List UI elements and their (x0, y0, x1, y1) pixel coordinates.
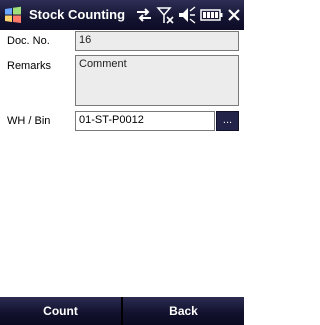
app-title: Stock Counting (29, 7, 126, 22)
battery-icon[interactable] (200, 5, 224, 25)
connectivity-icon[interactable] (134, 5, 154, 25)
signal-off-icon[interactable] (155, 5, 175, 25)
close-icon[interactable] (224, 5, 244, 25)
browse-button[interactable]: ... (216, 111, 239, 131)
doc-no-label: Doc. No. (7, 35, 50, 47)
count-softkey[interactable]: Count (0, 297, 121, 325)
menu-bar: Count Back (0, 297, 244, 325)
windows-flag-icon[interactable] (3, 5, 23, 25)
wh-bin-label: WH / Bin (7, 115, 51, 127)
back-softkey[interactable]: Back (123, 297, 244, 325)
doc-no-field: 16 (75, 31, 239, 51)
speaker-muted-icon[interactable] (177, 5, 197, 25)
wh-bin-input[interactable]: 01-ST-P0012 (75, 111, 215, 131)
remarks-label: Remarks (7, 60, 52, 72)
remarks-field[interactable]: Comment (75, 55, 239, 106)
title-bar: Stock Counting (0, 0, 244, 30)
